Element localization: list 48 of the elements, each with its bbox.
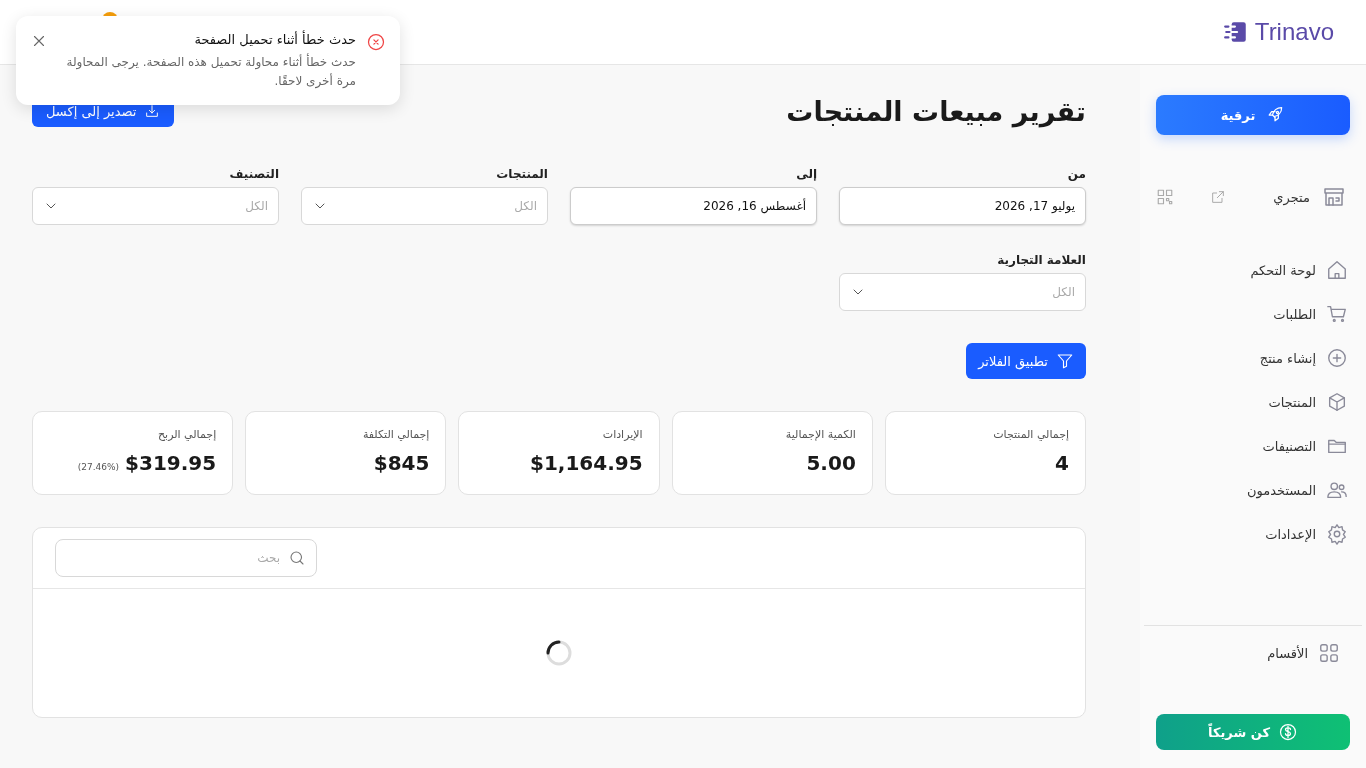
upgrade-button[interactable]: ترقية — [1156, 95, 1350, 135]
date-field[interactable]: يوليو 17, 2026 — [839, 187, 1086, 225]
stat-value: $1,164.95 — [530, 451, 643, 475]
home-icon — [1326, 259, 1348, 281]
stat-label: الإيرادات — [601, 428, 643, 441]
logo-mark-icon — [1222, 19, 1249, 45]
stat-value: 5.00 — [806, 451, 856, 475]
filter-label: المنتجات — [495, 167, 548, 181]
store-label[interactable]: متجري — [1273, 189, 1310, 205]
filter-icon — [1056, 352, 1074, 370]
filter-label: من — [1066, 167, 1086, 181]
users-icon — [1326, 479, 1348, 501]
sections-item[interactable]: الأقسام — [1156, 626, 1350, 664]
filter-label: العلامة التجارية — [996, 253, 1086, 267]
page-title: تقرير مبيعات المنتجات — [786, 95, 1086, 127]
stat-label: الكمية الإجمالية — [784, 428, 856, 441]
search-icon — [288, 549, 306, 567]
logo-text: Trinavo — [1254, 18, 1334, 46]
cube-icon — [1326, 391, 1348, 413]
qr-code-icon — [1156, 188, 1174, 206]
dollar-circle-icon — [1278, 722, 1298, 742]
nav-item[interactable]: الطلبات — [1156, 303, 1350, 325]
external-link-icon — [1210, 189, 1226, 205]
date-field[interactable]: أغسطس 16, 2026 — [570, 187, 817, 225]
settings-icon — [1326, 523, 1348, 545]
nav-item[interactable]: المنتجات — [1156, 391, 1350, 413]
stat-value: $845 — [373, 451, 430, 475]
stat-label: إجمالي المنتجات — [992, 428, 1069, 441]
store-icon — [1322, 185, 1346, 209]
error-circle-icon — [366, 32, 386, 52]
filter-label: التصنيف — [228, 167, 279, 181]
stat-label: إجمالي التكلفة — [361, 428, 430, 441]
cart-icon — [1326, 303, 1348, 325]
nav-item[interactable]: لوحة التحكم — [1156, 259, 1350, 281]
nav-item[interactable]: إنشاء منتج — [1156, 347, 1350, 369]
grid-icon — [1318, 642, 1340, 664]
nav-item[interactable]: التصنيفات — [1156, 435, 1350, 457]
nav-item[interactable]: المستخدمون — [1156, 479, 1350, 501]
toast-message: حدث خطأ أثناء محاولة تحميل هذه الصفحة. يرجى المحاولة مرة أخرى لاحقًا. — [65, 53, 356, 91]
plus-circle-icon — [1326, 347, 1348, 369]
apply-filters-button[interactable]: تطبيق الفلاتر — [966, 343, 1086, 379]
toast-title: حدث خطأ أثناء تحميل الصفحة — [193, 32, 356, 47]
filter-label: إلى — [795, 167, 817, 181]
stat-value: 4 — [1055, 451, 1069, 475]
stat-note: (27.46%) — [77, 462, 120, 472]
stat-value: $319.95 — [125, 451, 217, 475]
stat-label: إجمالي الربح — [156, 428, 217, 441]
nav-item[interactable]: الإعدادات — [1156, 523, 1350, 545]
